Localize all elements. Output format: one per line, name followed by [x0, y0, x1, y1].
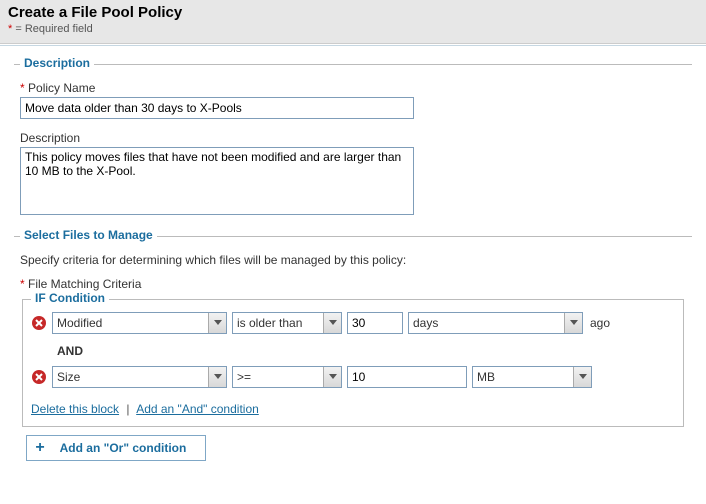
- if-condition-fieldset: IF Condition Modified is older than days: [22, 299, 684, 427]
- if-condition-legend: IF Condition: [31, 291, 109, 305]
- delete-row-icon[interactable]: [31, 315, 47, 331]
- value-input-1[interactable]: [347, 312, 403, 334]
- required-note-text: = Required field: [12, 23, 92, 35]
- attribute-select-2-value: Size: [53, 370, 208, 384]
- criteria-label-text: File Matching Criteria: [28, 277, 141, 291]
- main-content: Description * Policy Name Description Th…: [0, 45, 706, 485]
- operator-select-1[interactable]: is older than: [232, 312, 342, 334]
- required-asterisk: *: [20, 81, 25, 95]
- attribute-select-2[interactable]: Size: [52, 366, 227, 388]
- add-and-link[interactable]: Add an "And" condition: [136, 402, 259, 416]
- unit-select-1[interactable]: days: [408, 312, 583, 334]
- delete-block-link[interactable]: Delete this block: [31, 402, 119, 416]
- description-textarea[interactable]: This policy moves files that have not be…: [20, 147, 414, 215]
- header-bar: Create a File Pool Policy * = Required f…: [0, 0, 706, 44]
- description-label: Description: [20, 131, 686, 145]
- policy-name-input[interactable]: [20, 97, 414, 119]
- row1-suffix: ago: [588, 316, 610, 330]
- policy-name-label: * Policy Name: [20, 81, 686, 95]
- condition-row-1: Modified is older than days ago: [31, 312, 675, 334]
- unit-select-2[interactable]: MB: [472, 366, 592, 388]
- dropdown-icon: [323, 367, 341, 387]
- dropdown-icon: [208, 313, 226, 333]
- dropdown-icon: [323, 313, 341, 333]
- attribute-select-1[interactable]: Modified: [52, 312, 227, 334]
- and-label: AND: [57, 344, 675, 358]
- required-asterisk: *: [20, 277, 25, 291]
- condition-row-2: Size >= MB: [31, 366, 675, 388]
- page-title: Create a File Pool Policy: [8, 4, 698, 21]
- operator-select-1-value: is older than: [233, 316, 323, 330]
- select-files-fieldset: Select Files to Manage Specify criteria …: [14, 236, 692, 471]
- plus-icon: +: [27, 439, 53, 457]
- value-input-2[interactable]: [347, 366, 467, 388]
- dropdown-icon: [564, 313, 582, 333]
- description-legend: Description: [20, 56, 94, 70]
- select-files-note: Specify criteria for determining which f…: [20, 253, 686, 267]
- unit-select-1-value: days: [409, 316, 564, 330]
- dropdown-icon: [573, 367, 591, 387]
- description-fieldset: Description * Policy Name Description Th…: [14, 64, 692, 224]
- attribute-select-1-value: Modified: [53, 316, 208, 330]
- select-files-legend: Select Files to Manage: [20, 228, 157, 242]
- dropdown-icon: [208, 367, 226, 387]
- required-note: * = Required field: [8, 23, 698, 35]
- link-separator: |: [122, 402, 133, 416]
- add-or-label: Add an "Or" condition: [53, 441, 205, 455]
- operator-select-2[interactable]: >=: [232, 366, 342, 388]
- unit-select-2-value: MB: [473, 370, 573, 384]
- operator-select-2-value: >=: [233, 370, 323, 384]
- delete-row-icon[interactable]: [31, 369, 47, 385]
- criteria-label: * File Matching Criteria: [20, 277, 686, 291]
- block-links: Delete this block | Add an "And" conditi…: [31, 402, 675, 416]
- add-or-button[interactable]: + Add an "Or" condition: [26, 435, 206, 461]
- policy-name-label-text: Policy Name: [28, 81, 95, 95]
